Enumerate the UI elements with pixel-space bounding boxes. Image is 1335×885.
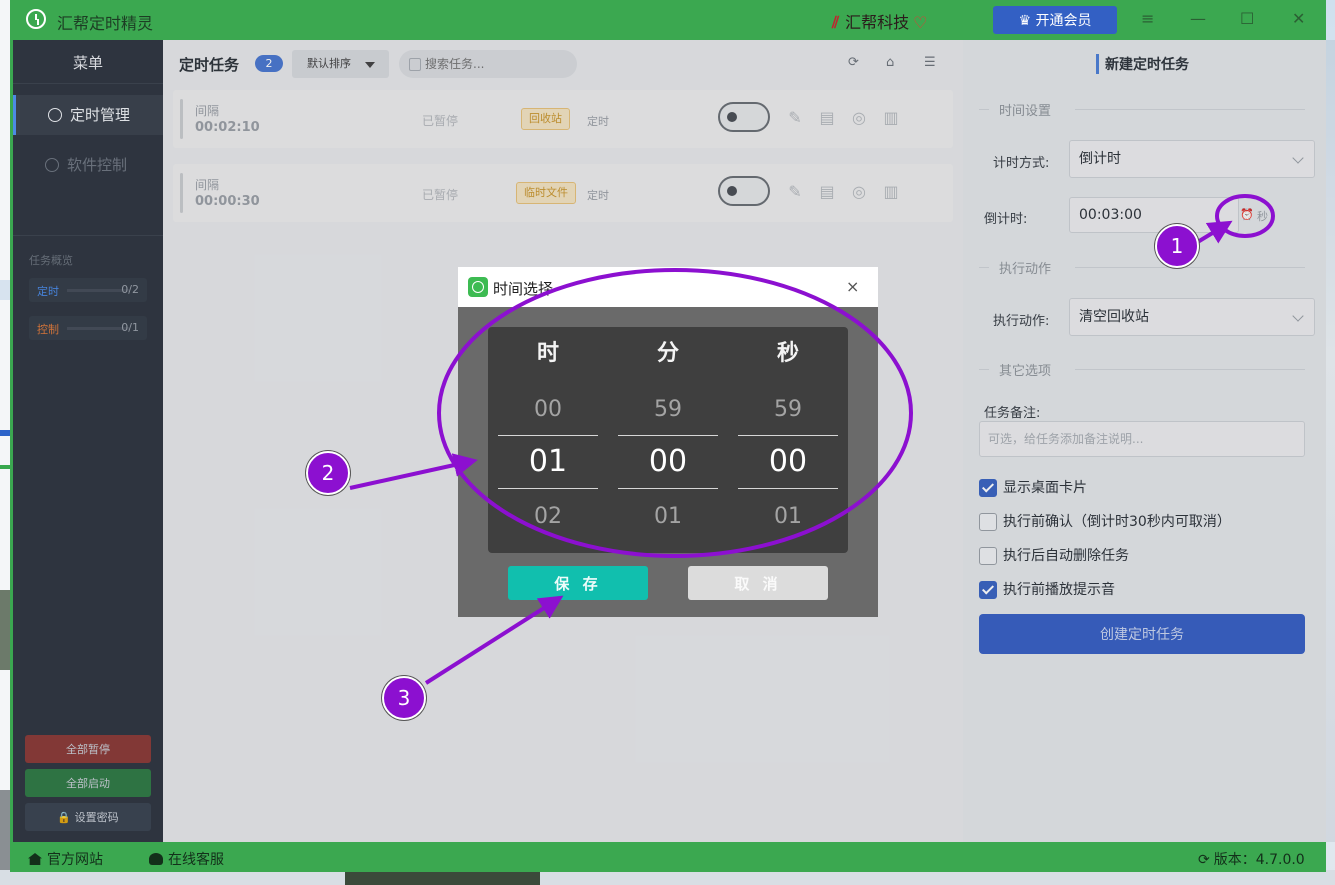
second-selected[interactable]: 00	[738, 444, 838, 479]
website-link[interactable]: 官方网站	[28, 849, 103, 869]
second-next[interactable]: 01	[738, 504, 838, 529]
second-header: 秒	[776, 341, 799, 366]
alarm-clock-icon	[468, 277, 488, 297]
minute-next[interactable]: 01	[618, 504, 718, 529]
dialog-title: 时间选择	[493, 280, 554, 298]
wheel-divider	[738, 488, 838, 489]
wheel-divider	[618, 488, 718, 489]
wheel-divider	[618, 435, 718, 436]
save-button[interactable]: 保 存	[508, 566, 648, 600]
minute-selected[interactable]: 00	[618, 444, 718, 479]
time-picker-dialog: 时间选择 × 时 分 秒 00 59 59 01 00 00 02 01 01 …	[458, 267, 878, 617]
hour-selected[interactable]: 01	[498, 444, 598, 479]
title-bar[interactable]: 汇帮定时精灵 ⫽ 汇帮科技 ♡ ♛ 开通会员 ≡ — ☐ ✕	[10, 0, 1326, 40]
hour-next[interactable]: 02	[498, 504, 598, 529]
version-info[interactable]: ⟳ 版本：4.7.0.0	[1198, 849, 1305, 869]
time-wheel-picker: 时 分 秒 00 59 59 01 00 00 02 01 01	[488, 327, 848, 553]
status-bar: 官方网站 在线客服 ⟳ 版本：4.7.0.0	[10, 842, 1326, 872]
brand-logo: ⫽ 汇帮科技 ♡	[832, 9, 928, 33]
headset-icon	[149, 853, 163, 865]
app-title: 汇帮定时精灵	[57, 14, 154, 33]
minute-header: 分	[656, 341, 679, 366]
desktop-taskbar-edge	[0, 870, 1335, 885]
cancel-button[interactable]: 取 消	[688, 566, 828, 600]
refresh-icon: ⟳	[1198, 852, 1210, 868]
home-icon	[28, 853, 42, 865]
alarm-clock-icon	[26, 9, 46, 29]
vip-button[interactable]: ♛ 开通会员	[993, 6, 1117, 34]
close-icon[interactable]: ✕	[1292, 9, 1305, 28]
desktop-left-edge	[0, 0, 10, 885]
wheel-divider	[498, 488, 598, 489]
brand-name: 汇帮科技	[845, 13, 910, 32]
step-marker-1: 1	[1155, 224, 1199, 268]
dialog-close-icon[interactable]: ×	[846, 277, 859, 296]
support-link[interactable]: 在线客服	[149, 849, 224, 869]
dialog-header: 时间选择 ×	[458, 267, 878, 307]
hour-prev[interactable]: 00	[498, 397, 598, 422]
brand-mark-icon: ⫽	[832, 13, 840, 32]
heart-icon: ♡	[913, 13, 928, 32]
vip-label: 开通会员	[1035, 13, 1092, 29]
minimize-icon[interactable]: —	[1190, 9, 1206, 28]
wheel-divider	[498, 435, 598, 436]
crown-icon: ♛	[1018, 13, 1032, 29]
wheel-divider	[738, 435, 838, 436]
maximize-icon[interactable]: ☐	[1240, 9, 1254, 28]
menu-icon[interactable]: ≡	[1141, 9, 1154, 28]
step-marker-3: 3	[382, 676, 426, 720]
step-marker-2: 2	[306, 451, 350, 495]
second-prev[interactable]: 59	[738, 397, 838, 422]
minute-prev[interactable]: 59	[618, 397, 718, 422]
hour-header: 时	[536, 341, 559, 366]
